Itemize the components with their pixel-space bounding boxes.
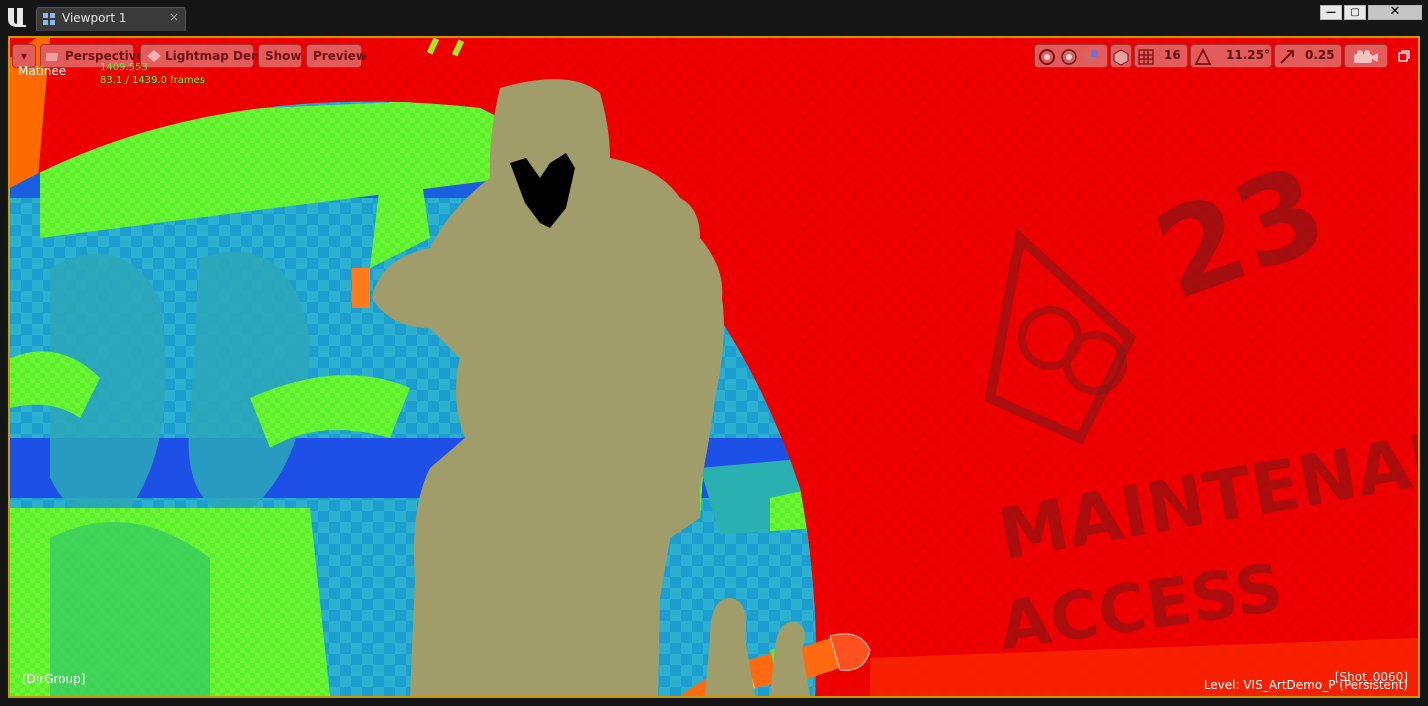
minimize-button[interactable]: — [1320,5,1342,20]
matinee-progress: 83.1 / 1439.0 frames [100,75,206,86]
view-mode-label: Lightmap Dens [165,49,267,63]
grid-size-value: 16 [1164,48,1181,62]
window-controls: — ▢ ✕ [1320,5,1422,20]
grid-snap-group[interactable]: 16 [1134,44,1188,68]
coordinate-system-button[interactable] [1110,44,1132,68]
show-button[interactable]: Show [258,44,302,68]
director-group-label: [DirGroup] [22,672,86,686]
lightmap-density-render: 23 MAINTENAN ACCESS [10,38,1418,696]
view-mode-icon [147,50,161,62]
camera-icon [46,53,59,61]
camera-speed-button[interactable] [1344,44,1388,68]
preview-button[interactable]: Preview [306,44,367,68]
viewport-grid-icon [43,13,55,25]
close-button[interactable]: ✕ [1368,5,1422,20]
maximize-button[interactable]: ▢ [1344,5,1366,20]
scale-snap-value: 0.25 [1305,48,1335,62]
scale-snap-icon [1280,50,1294,64]
level-label: Level: VIS_ArtDemo_P (Persistent) [1203,678,1408,692]
tab-viewport-1[interactable]: Viewport 1 × [36,7,186,31]
camera-speed-icon [1354,50,1378,63]
rotate-icon[interactable] [1060,48,1078,66]
rotation-snap-value: 11.25° [1226,48,1270,62]
transform-tools-group [1034,44,1108,68]
tab-close-icon[interactable]: × [169,10,179,24]
grid-snap-icon [1138,49,1154,65]
tab-label: Viewport 1 [62,11,127,25]
translate-icon[interactable] [1038,48,1056,66]
scale-snap-group[interactable]: 0.25 [1274,44,1342,68]
rotation-snap-icon [1194,48,1212,65]
rotation-snap-group[interactable]: 11.25° [1190,44,1272,68]
scale-icon[interactable] [1082,48,1100,66]
cube-icon [1113,49,1129,66]
matinee-frame: 1409.553 [100,62,148,73]
matinee-label: Matinee [18,64,67,78]
level-viewport[interactable]: 23 MAINTENAN ACCESS ▾ Perspective Lightm… [8,36,1420,698]
title-bar: Viewport 1 × — ▢ ✕ [0,0,1428,34]
view-mode-button[interactable]: Lightmap Dens [140,44,267,68]
perspective-label: Perspective [65,49,145,63]
maximize-viewport-icon[interactable] [1398,50,1410,62]
unreal-logo-icon[interactable] [5,5,29,29]
